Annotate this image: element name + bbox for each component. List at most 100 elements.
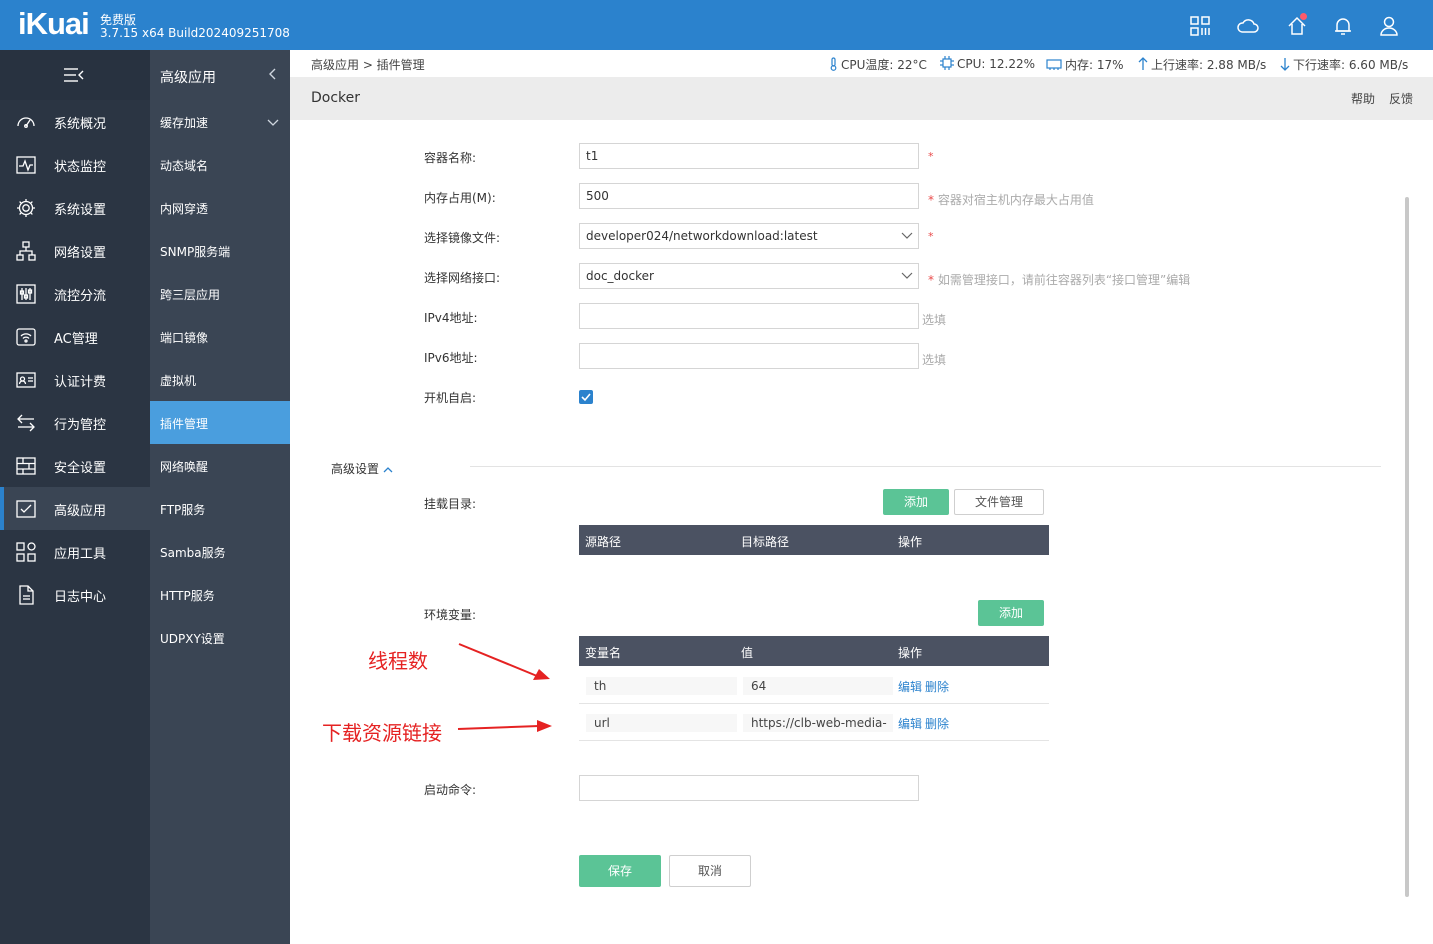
chevron-down-icon	[267, 116, 279, 130]
sidebar-item-label: 状态监控	[54, 160, 107, 175]
edit-link[interactable]: 编辑	[898, 715, 922, 732]
startup-command-input[interactable]	[579, 775, 919, 801]
scrollbar[interactable]	[1405, 197, 1409, 897]
sliders-icon	[15, 283, 37, 305]
subnav-item[interactable]: Samba服务	[150, 530, 290, 573]
file-management-button[interactable]: 文件管理	[954, 489, 1044, 515]
feedback-link[interactable]: 反馈	[1389, 90, 1413, 107]
ikuai-logo[interactable]: iKuai	[18, 6, 90, 42]
subnav-item[interactable]: HTTP服务	[150, 573, 290, 616]
subnav-header[interactable]: 高级应用	[150, 50, 290, 100]
annotation-arrow-icon	[457, 720, 552, 732]
apps-grid-icon[interactable]	[1189, 15, 1211, 37]
sidebar-item[interactable]: 系统设置	[0, 186, 150, 229]
sidebar-item[interactable]: 高级应用	[0, 487, 150, 530]
subnav-item[interactable]: 网络唤醒	[150, 444, 290, 487]
user-icon[interactable]	[1378, 15, 1400, 37]
delete-link[interactable]: 删除	[925, 715, 949, 732]
add-env-button[interactable]: 添加	[978, 600, 1044, 626]
subnav-item[interactable]: UDPXY设置	[150, 616, 290, 659]
edit-link[interactable]: 编辑	[898, 678, 922, 695]
subnav-item-label: HTTP服务	[160, 589, 215, 603]
delete-link[interactable]: 删除	[925, 678, 949, 695]
column-header: 源路径	[585, 535, 622, 549]
sidebar-item[interactable]: 行为管控	[0, 401, 150, 444]
required-mark: *	[928, 150, 934, 163]
sidebar-item[interactable]: 状态监控	[0, 143, 150, 186]
subnav-item-label: 网络唤醒	[160, 460, 209, 474]
section-divider	[470, 466, 1381, 467]
sidebar-item[interactable]: 应用工具	[0, 530, 150, 573]
image-select-value: developer024/networkdownload:latest	[586, 229, 818, 243]
advanced-settings-toggle[interactable]: 高级设置	[331, 460, 393, 477]
id-card-icon	[15, 369, 37, 391]
ipv4-input[interactable]	[579, 303, 919, 329]
tools-grid-icon	[15, 541, 37, 563]
subnav-item-label: Samba服务	[160, 546, 226, 560]
chevron-left-icon[interactable]	[268, 68, 276, 80]
subnav-item[interactable]: 缓存加速	[150, 100, 290, 143]
memory-hint: * 容器对宿主机内存最大占用值	[928, 193, 1094, 207]
env-name-cell[interactable]: url	[586, 714, 737, 732]
autostart-checkbox[interactable]	[579, 390, 593, 404]
sidebar-collapse-toggle[interactable]	[0, 50, 150, 100]
add-mount-button[interactable]: 添加	[883, 489, 949, 515]
memory-icon	[1046, 59, 1062, 70]
column-header: 目标路径	[741, 535, 790, 549]
annotation-arrow-icon	[458, 643, 550, 680]
save-button[interactable]: 保存	[579, 855, 661, 887]
subnav-item[interactable]: 动态域名	[150, 143, 290, 186]
sidebar-item[interactable]: 日志中心	[0, 573, 150, 616]
sidebar-item-label: AC管理	[54, 332, 98, 347]
secondary-sidebar: 高级应用 缓存加速 动态域名 内网穿透 SNMP服务端跨三层应用端口镜像虚拟机 插件管理…	[150, 50, 290, 944]
column-header: 变量名	[585, 646, 622, 660]
sidebar-item[interactable]: 流控分流	[0, 272, 150, 315]
subnav-item-label: 端口镜像	[160, 331, 209, 345]
subnav-item-label: SNMP服务端	[160, 245, 231, 259]
subnav-item[interactable]: FTP服务	[150, 487, 290, 530]
ipv6-optional-hint: 选填	[922, 353, 947, 367]
table-row: url https://clb-web-media- 编辑 删除	[579, 704, 1049, 741]
network-tree-icon	[15, 240, 37, 262]
container-name-input[interactable]: t1	[579, 143, 919, 169]
ipv6-input[interactable]	[579, 343, 919, 369]
breadcrumb: 高级应用 > 插件管理	[311, 58, 425, 72]
startup-command-label: 启动命令:	[424, 783, 477, 797]
sidebar-item[interactable]: AC管理	[0, 315, 150, 358]
memory-input[interactable]: 500	[579, 183, 919, 209]
subnav-item[interactable]: 虚拟机	[150, 358, 290, 401]
env-name-cell[interactable]: th	[586, 677, 737, 695]
sidebar-item-label: 系统设置	[54, 203, 107, 218]
sidebar-item-label: 日志中心	[54, 590, 107, 605]
chevron-down-icon	[901, 272, 913, 279]
sidebar-item[interactable]: 系统概况	[0, 100, 150, 143]
env-value-cell[interactable]: https://clb-web-media-	[743, 714, 893, 732]
ipv6-label: IPv6地址:	[424, 351, 478, 365]
sidebar-item[interactable]: 网络设置	[0, 229, 150, 272]
column-header: 操作	[898, 535, 923, 549]
env-value-cell[interactable]: 64	[743, 677, 893, 695]
bell-icon[interactable]	[1332, 15, 1354, 37]
cancel-button[interactable]: 取消	[669, 855, 751, 887]
cloud-icon[interactable]	[1237, 15, 1259, 37]
annotation-download-link: 下载资源链接	[322, 721, 442, 745]
cpu-temp-stat: CPU温度: 22°C	[829, 56, 927, 73]
top-header: iKuai 免费版 3.7.15 x64 Build202409251708	[0, 0, 1433, 50]
sidebar-item[interactable]: 安全设置	[0, 444, 150, 487]
subnav-item[interactable]: SNMP服务端	[150, 229, 290, 272]
firewall-icon	[15, 455, 37, 477]
subnav-item[interactable]: 插件管理	[150, 401, 290, 444]
help-link[interactable]: 帮助	[1351, 90, 1375, 107]
checklist-icon	[15, 498, 37, 520]
monitor-pulse-icon	[15, 154, 37, 176]
sidebar-item[interactable]: 认证计费	[0, 358, 150, 401]
wifi-ap-icon	[15, 326, 37, 348]
autostart-label: 开机自启:	[424, 391, 477, 405]
subnav-item[interactable]: 内网穿透	[150, 186, 290, 229]
sidebar-item-label: 系统概况	[54, 117, 107, 132]
image-select[interactable]: developer024/networkdownload:latest	[579, 223, 919, 249]
interface-select[interactable]: doc_docker	[579, 263, 919, 289]
subnav-item[interactable]: 端口镜像	[150, 315, 290, 358]
home-upgrade-icon[interactable]	[1286, 13, 1308, 37]
subnav-item[interactable]: 跨三层应用	[150, 272, 290, 315]
